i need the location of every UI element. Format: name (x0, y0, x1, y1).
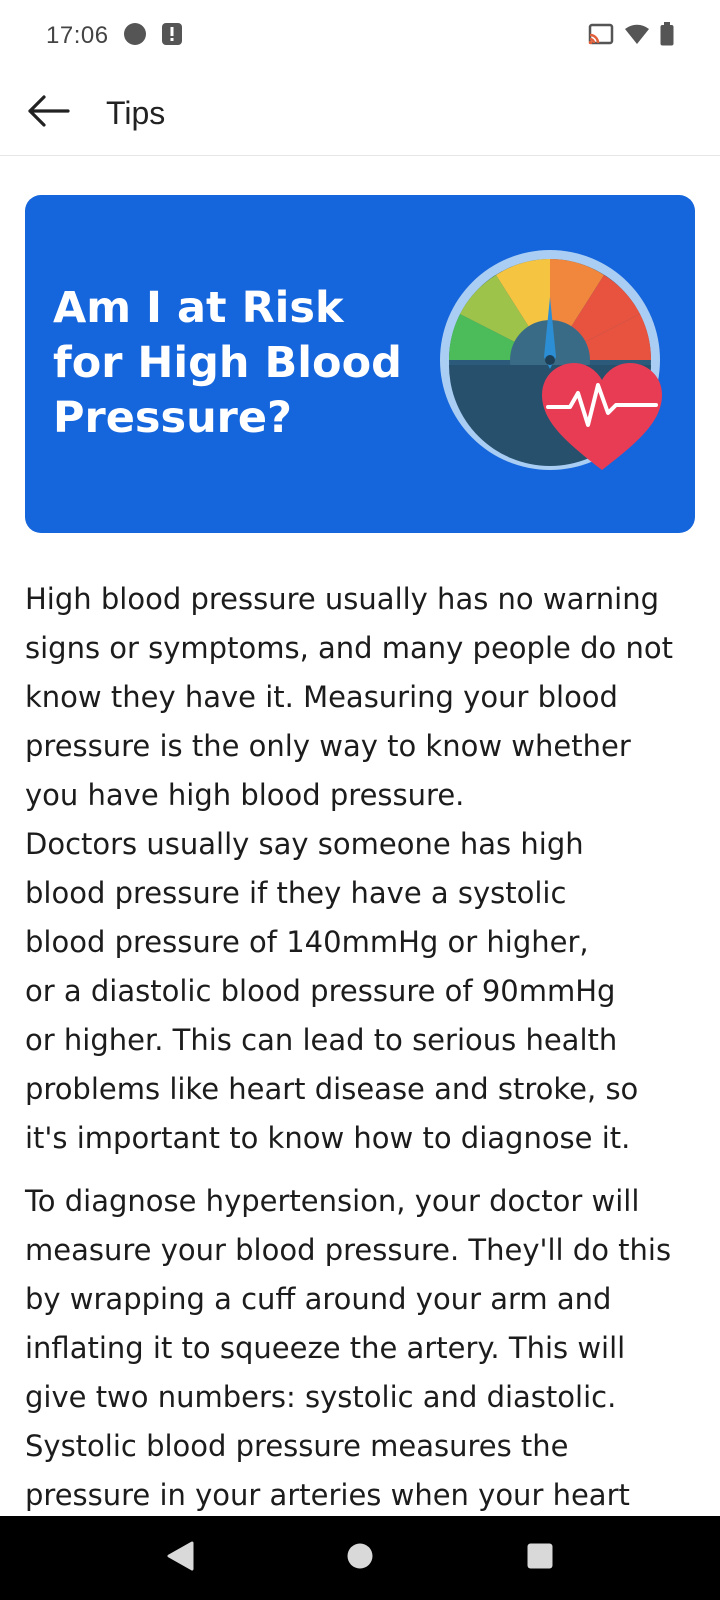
status-bar: 17:06 (0, 0, 720, 72)
wifi-icon (624, 23, 650, 50)
notification-dot-icon (123, 22, 147, 51)
cast-icon (588, 23, 614, 50)
battery-icon (660, 21, 674, 51)
tips-content[interactable]: Am I at Risk for High Blood Pressure? Hi… (0, 157, 720, 1515)
status-left: 17:06 (46, 22, 183, 51)
back-button[interactable] (0, 72, 96, 156)
status-time: 17:06 (46, 22, 109, 49)
blood-pressure-gauge-icon (440, 245, 690, 490)
tip-banner: Am I at Risk for High Blood Pressure? (25, 195, 695, 533)
nav-recents-button[interactable] (510, 1528, 570, 1588)
nav-back-button[interactable] (150, 1528, 210, 1588)
article-paragraph: To diagnose hypertension, your doctor wi… (25, 1184, 672, 1512)
recents-square-icon (526, 1542, 554, 1575)
system-nav-bar (0, 1516, 720, 1600)
banner-title: Am I at Risk for High Blood Pressure? (53, 283, 402, 443)
nav-home-button[interactable] (330, 1528, 390, 1588)
back-triangle-icon (166, 1541, 194, 1576)
home-circle-icon (346, 1542, 374, 1575)
article-paragraph: High blood pressure usually has no warni… (25, 582, 673, 1155)
status-right (588, 21, 674, 51)
app-bar: Tips (0, 72, 720, 156)
page-title: Tips (106, 95, 166, 131)
arrow-left-icon (26, 94, 70, 133)
tip-article: High blood pressure usually has no warni… (25, 575, 695, 1515)
alert-notification-icon (161, 22, 183, 51)
